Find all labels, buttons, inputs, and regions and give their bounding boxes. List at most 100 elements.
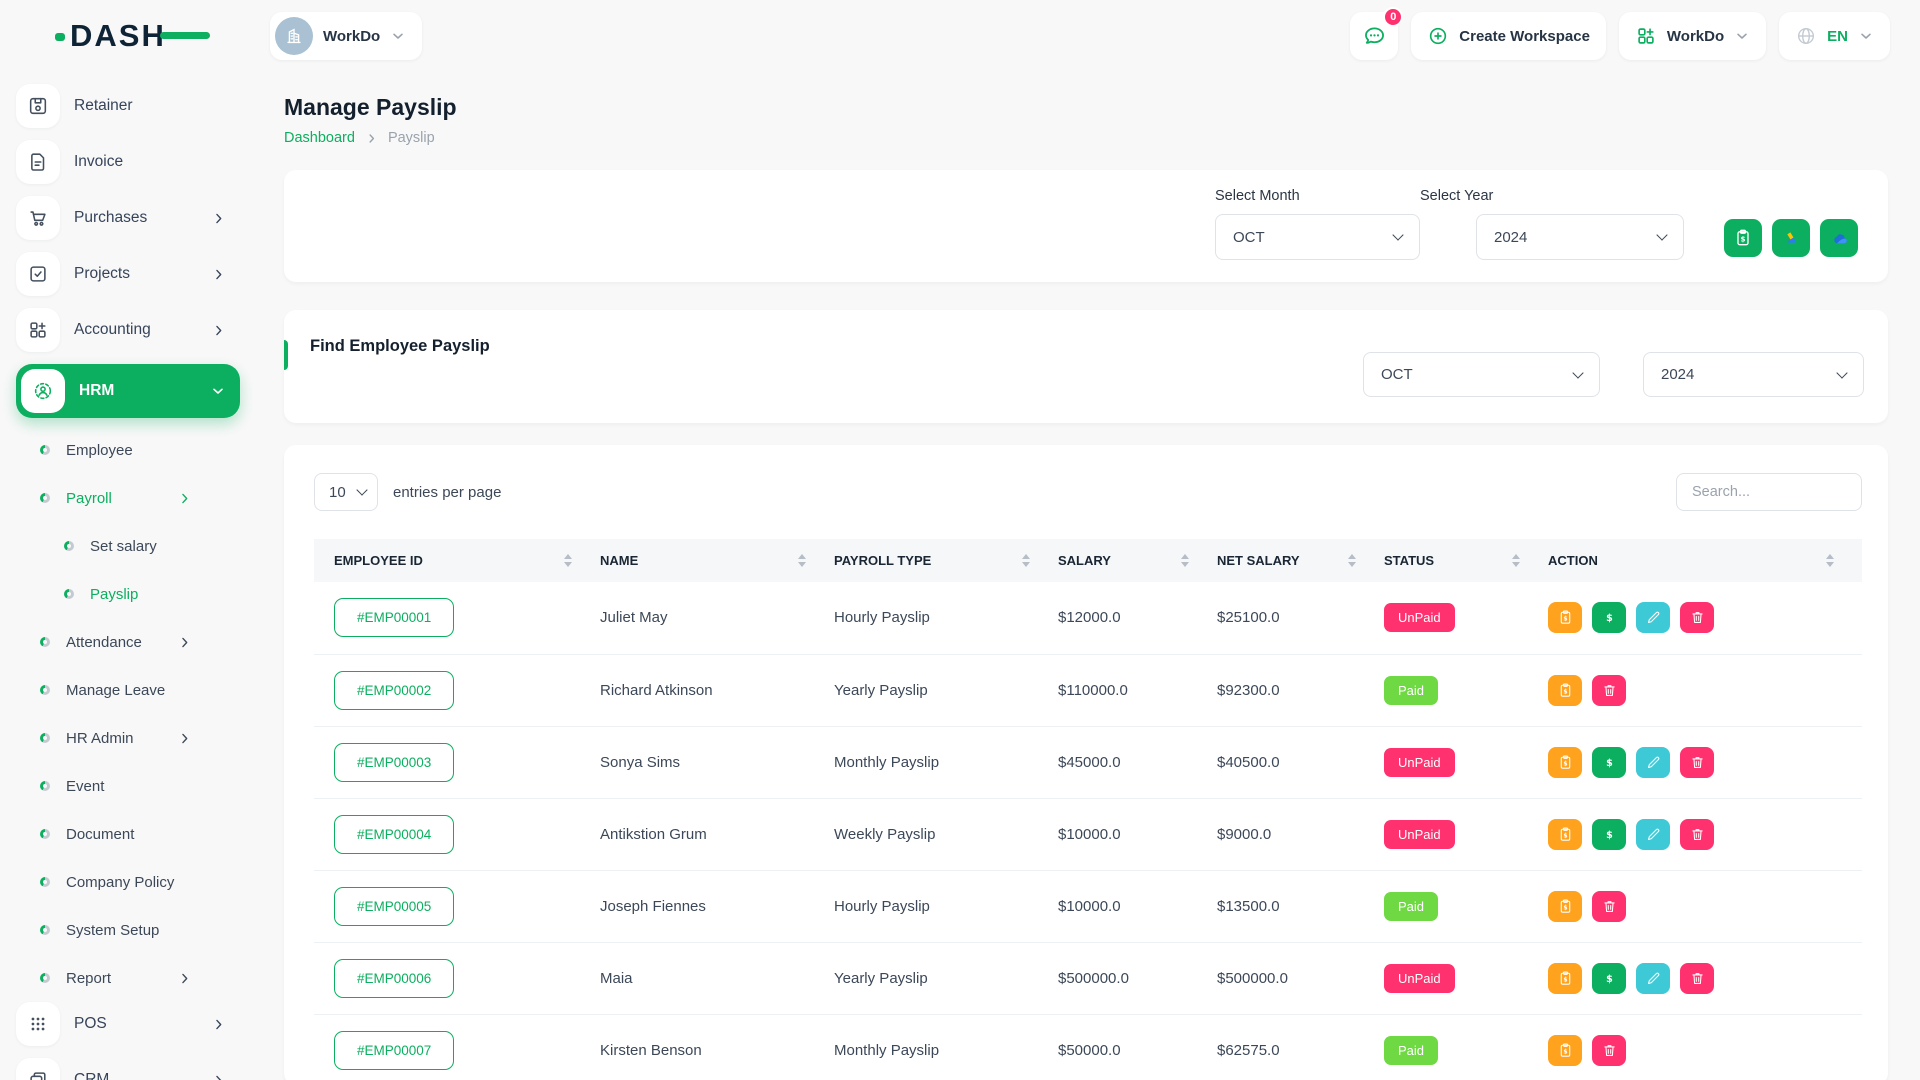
employee-id-button[interactable]: #EMP00001: [334, 598, 454, 637]
col-name[interactable]: NAME: [600, 539, 834, 582]
shopping-cart-icon: [16, 196, 60, 240]
sidebar-item-payslip[interactable]: Payslip: [16, 570, 240, 618]
payslip-button[interactable]: $: [1548, 819, 1582, 850]
year-select[interactable]: 2024: [1477, 215, 1683, 259]
col-salary[interactable]: SALARY: [1058, 539, 1217, 582]
payslip-table-card: 10 entries per page EMPLOYEE ID NAME PAY…: [284, 445, 1888, 1080]
sidebar-item-payroll[interactable]: Payroll: [16, 474, 240, 522]
pay-button[interactable]: $: [1592, 819, 1626, 850]
payslip-button[interactable]: $: [1548, 602, 1582, 633]
sidebar-item-accounting[interactable]: Accounting: [16, 308, 240, 352]
logo-dot-icon: [55, 33, 65, 41]
edit-button[interactable]: [1636, 747, 1670, 778]
month-select[interactable]: OCT: [1216, 215, 1419, 259]
cloud-export-button[interactable]: [1820, 219, 1858, 257]
find-card-selects: OCT 2024: [1363, 352, 1864, 397]
col-status[interactable]: STATUS: [1384, 539, 1548, 582]
employee-id-button[interactable]: #EMP00005: [334, 887, 454, 926]
sidebar-item-event[interactable]: Event: [16, 762, 240, 810]
delete-button[interactable]: [1680, 747, 1714, 778]
payslip-button[interactable]: $: [1548, 1035, 1582, 1066]
employee-id-button[interactable]: #EMP00007: [334, 1031, 454, 1070]
delete-button[interactable]: [1680, 819, 1714, 850]
sidebar-item-document[interactable]: Document: [16, 810, 240, 858]
trash-icon: [1689, 970, 1706, 987]
chevron-right-icon: [211, 267, 226, 282]
sidebar-item-report[interactable]: Report: [16, 954, 240, 1002]
create-workspace-button[interactable]: Create Workspace: [1411, 12, 1606, 60]
payroll-type: Hourly Payslip: [834, 609, 930, 626]
edit-button[interactable]: [1636, 963, 1670, 994]
edit-button[interactable]: [1636, 819, 1670, 850]
pay-button[interactable]: $: [1592, 602, 1626, 633]
svg-text:$: $: [1563, 976, 1567, 983]
delete-button[interactable]: [1592, 1035, 1626, 1066]
employee-id-button[interactable]: #EMP00006: [334, 959, 454, 998]
delete-button[interactable]: [1592, 891, 1626, 922]
sidebar-item-hr-admin[interactable]: HR Admin: [16, 714, 240, 762]
net-salary-value: $25100.0: [1217, 609, 1280, 626]
employee-name: Sonya Sims: [600, 754, 680, 771]
search-input[interactable]: [1676, 473, 1862, 511]
sidebar-item-employee[interactable]: Employee: [16, 426, 240, 474]
find-year-select[interactable]: 2024: [1644, 353, 1863, 396]
language-label: EN: [1827, 28, 1848, 45]
payslip-button[interactable]: $: [1548, 891, 1582, 922]
sidebar-item-attendance[interactable]: Attendance: [16, 618, 240, 666]
find-month-select-wrap: OCT: [1363, 352, 1600, 397]
delete-button[interactable]: [1680, 602, 1714, 633]
sidebar-item-manage-leave[interactable]: Manage Leave: [16, 666, 240, 714]
sidebar-item-projects[interactable]: Projects: [16, 252, 240, 296]
find-employee-payslip-card: Find Employee Payslip OCT 2024: [284, 310, 1888, 423]
sidebar-item-pos[interactable]: POS: [16, 1002, 240, 1046]
filter-action-buttons: $: [1724, 219, 1858, 257]
find-month-select[interactable]: OCT: [1364, 353, 1599, 396]
dash-logo[interactable]: DASH: [70, 18, 166, 54]
logo-text: DASH: [70, 18, 166, 53]
salary-value: $12000.0: [1058, 609, 1121, 626]
sidebar-item-crm[interactable]: CRM: [16, 1058, 240, 1080]
bulk-payslip-button[interactable]: $: [1724, 219, 1762, 257]
breadcrumb-dashboard-link[interactable]: Dashboard: [284, 130, 355, 146]
sidebar-item-retainer[interactable]: Retainer: [16, 84, 240, 128]
payslip-button[interactable]: $: [1548, 747, 1582, 778]
col-action[interactable]: ACTION: [1548, 539, 1862, 582]
clipboard-dollar-icon: $: [1557, 898, 1574, 915]
select-year-label: Select Year: [1420, 188, 1684, 204]
chevron-down-icon: [210, 383, 226, 399]
delete-button[interactable]: [1680, 963, 1714, 994]
col-payroll-type[interactable]: PAYROLL TYPE: [834, 539, 1058, 582]
delete-button[interactable]: [1592, 675, 1626, 706]
chevron-right-icon: [177, 491, 192, 506]
payslip-button[interactable]: $: [1548, 675, 1582, 706]
sort-icon: [1826, 554, 1834, 567]
sidebar-item-hrm[interactable]: HRM: [16, 364, 240, 418]
drive-export-button[interactable]: [1772, 219, 1810, 257]
employee-id-button[interactable]: #EMP00002: [334, 671, 454, 710]
pay-button[interactable]: $: [1592, 963, 1626, 994]
sidebar-item-invoice[interactable]: Invoice: [16, 140, 240, 184]
sidebar-item-set-salary[interactable]: Set salary: [16, 522, 240, 570]
entries-per-page-select[interactable]: 10: [315, 474, 377, 510]
language-selector[interactable]: EN: [1779, 12, 1890, 60]
messages-button[interactable]: 0: [1350, 12, 1398, 60]
workspace-selector[interactable]: WorkDo: [270, 12, 422, 60]
shopping-cart-icon: [27, 207, 49, 229]
chevron-down-icon: [390, 28, 406, 44]
select-year-group: Select Year 2024: [1420, 188, 1684, 260]
edit-button[interactable]: [1636, 602, 1670, 633]
sidebar-item-company-policy[interactable]: Company Policy: [16, 858, 240, 906]
trash-icon: [1601, 898, 1618, 915]
pay-button[interactable]: $: [1592, 747, 1626, 778]
sidebar-item-purchases[interactable]: Purchases: [16, 196, 240, 240]
workdo-menu-button[interactable]: WorkDo: [1619, 12, 1766, 60]
employee-id-button[interactable]: #EMP00003: [334, 743, 454, 782]
net-salary-value: $62575.0: [1217, 1042, 1280, 1059]
sidebar-item-system-setup[interactable]: System Setup: [16, 906, 240, 954]
chevron-right-icon: [177, 635, 192, 650]
employee-id-button[interactable]: #EMP00004: [334, 815, 454, 854]
col-net-salary[interactable]: NET SALARY: [1217, 539, 1384, 582]
payslip-button[interactable]: $: [1548, 963, 1582, 994]
table-row: #EMP00007Kirsten BensonMonthly Payslip$5…: [314, 1014, 1862, 1080]
col-employee-id[interactable]: EMPLOYEE ID: [314, 539, 600, 582]
